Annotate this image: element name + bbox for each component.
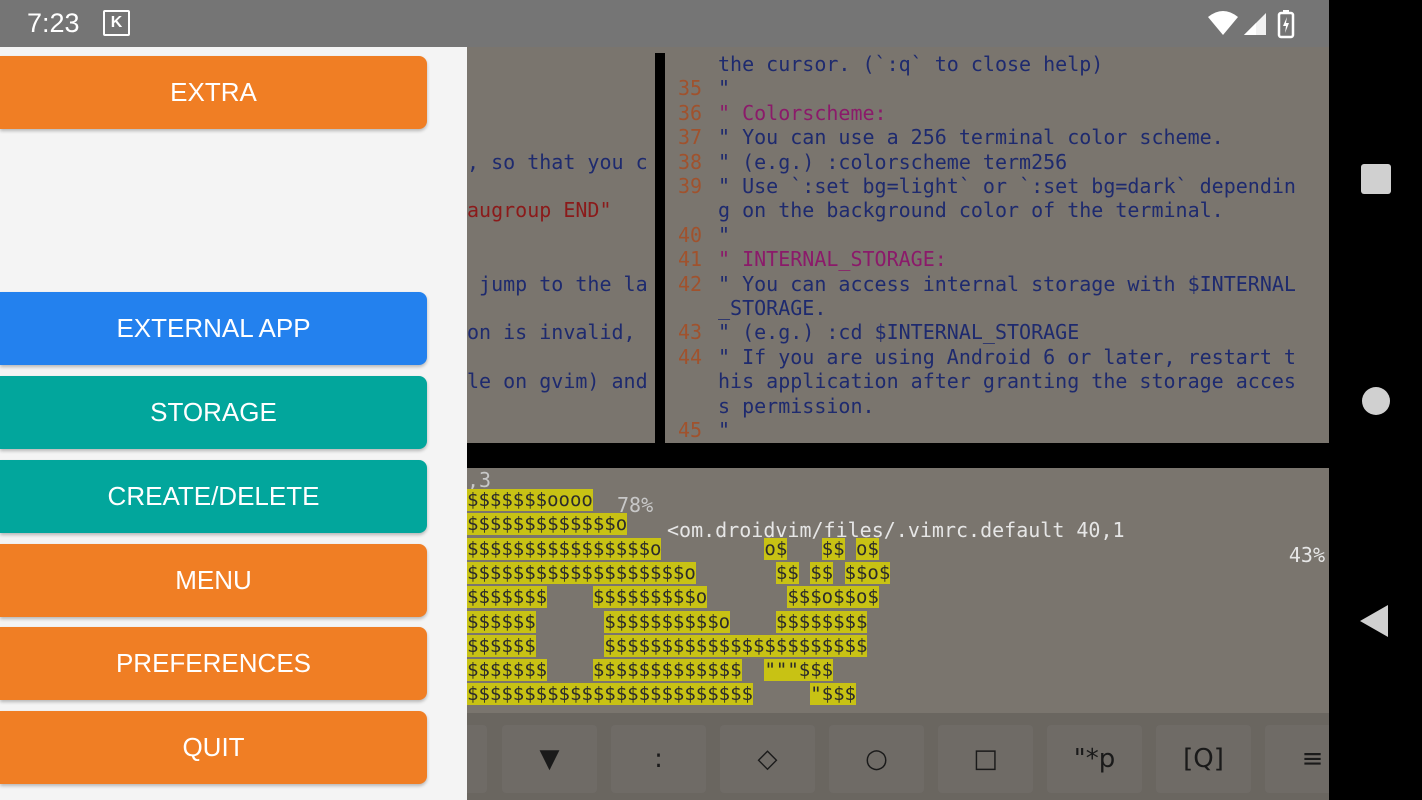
vim-left-line xyxy=(467,174,655,198)
drawer-button-extra[interactable]: EXTRA xyxy=(0,56,427,129)
key-paste[interactable]: "*p xyxy=(1047,725,1142,793)
status-time: 7:23 xyxy=(27,8,80,38)
vim-line-text: s permission. xyxy=(718,393,875,418)
vim-line-number: 37 xyxy=(678,125,703,150)
vim-line-number: 44 xyxy=(678,344,703,369)
vim-left-line: augroup END" xyxy=(467,198,612,223)
home-button[interactable] xyxy=(1361,386,1391,416)
key-quit[interactable]: [Q] xyxy=(1156,725,1251,793)
status-icons xyxy=(1208,10,1295,39)
vim-art-line: $$$$$$$$$$$$$$$$$$$$$$$$$ "$$$ xyxy=(467,683,856,706)
app-notification-icon: K xyxy=(103,10,130,36)
vim-art-line: $$$$$$$$$$$$$$$$$$$o $$ $$ $$o$ xyxy=(467,561,891,584)
vim-line-text: " (e.g.) :cd $INTERNAL_STORAGE xyxy=(718,320,1080,345)
vim-left-line xyxy=(467,101,655,125)
status-bar: 7:23 K xyxy=(0,0,1329,47)
vim-line-number: 35 xyxy=(678,76,703,101)
vim-line-text: g on the background color of the termina… xyxy=(718,198,1224,223)
vim-line-text: " xyxy=(718,222,731,247)
vim-left-line xyxy=(467,247,655,271)
vim-left-line xyxy=(467,76,655,100)
back-button[interactable] xyxy=(1358,603,1390,639)
key-colon[interactable]: : xyxy=(611,725,706,793)
vim-line-text: " You can access internal storage with $… xyxy=(718,271,1296,296)
vim-art-line: $$$$$$$$$$$$$o xyxy=(467,513,628,536)
vim-left-line xyxy=(467,52,655,76)
signal-icon xyxy=(1244,13,1266,35)
vim-left-line: , so that you c xyxy=(467,149,648,174)
vim-line-number: 36 xyxy=(678,100,703,125)
vim-left-line: jump to the la xyxy=(467,271,648,296)
vim-art-line: $$$$$$ $$$$$$$$$$$$$$$$$$$$$$$ xyxy=(467,634,868,657)
vim-line-number: 43 xyxy=(678,320,703,345)
vim-status-line: ,3 78% <om.droidvim/files/.vimrc.default… xyxy=(467,443,1329,567)
battery-icon xyxy=(1277,10,1295,39)
vim-art-line: $$$$$$$ $$$$$$$$$$$$$ """$$$ xyxy=(467,659,834,682)
vim-line-number: 41 xyxy=(678,247,703,272)
right-status-percent: 43% xyxy=(1288,543,1325,567)
vim-line-number: 42 xyxy=(678,271,703,296)
vim-line-text: _STORAGE. xyxy=(718,296,827,320)
vim-line-text: " (e.g.) :colorscheme term256 xyxy=(718,149,1068,174)
vim-vertical-split xyxy=(655,53,665,445)
key-menu[interactable]: ≡ xyxy=(1265,725,1329,793)
vim-left-line xyxy=(467,296,655,320)
vim-left-line: le on gvim) and xyxy=(467,369,648,394)
vim-left-line xyxy=(467,394,655,418)
vim-line-text: " Use `:set bg=light` or `:set bg=dark` … xyxy=(718,174,1296,198)
vim-art-line: $$$$$$$ $$$$$$$$$o $$$o$$o$ xyxy=(467,586,879,609)
wifi-icon xyxy=(1208,11,1238,35)
vim-line-number: 45 xyxy=(678,418,703,442)
vim-art-line: $$$$$$$$$$$$$$$$o o$ $$ o$ xyxy=(467,537,879,560)
drawer-button-create-delete[interactable]: CREATE/DELETE xyxy=(0,460,427,533)
key-square[interactable]: □ xyxy=(938,725,1033,793)
key-diamond[interactable]: ◇ xyxy=(720,725,815,793)
vim-art-line: $$$$$$ $$$$$$$$$$o $$$$$$$$ xyxy=(467,610,868,633)
drawer-button-menu[interactable]: MENU xyxy=(0,544,427,617)
vim-line-text: the cursor. (`:q` to close help) xyxy=(718,52,1104,76)
navigation-drawer: EXTRA EXTERNAL APP STORAGE CREATE/DELETE MEN… xyxy=(0,47,467,800)
vim-line-number: 38 xyxy=(678,149,703,174)
android-nav-bar xyxy=(1329,0,1422,800)
vim-line-text: " Colorscheme: xyxy=(718,100,887,125)
vim-left-line xyxy=(467,345,655,369)
vim-line-text: " xyxy=(718,418,731,442)
drawer-button-external-app[interactable]: EXTERNAL APP xyxy=(0,292,427,365)
vim-left-line xyxy=(467,223,655,247)
vim-line-text: his application after granting the stora… xyxy=(718,369,1296,394)
drawer-button-quit[interactable]: QUIT xyxy=(0,711,427,784)
vim-left-line: on is invalid, xyxy=(467,320,648,345)
vim-left-line xyxy=(467,125,655,149)
vim-line-number: 40 xyxy=(678,222,703,247)
drawer-button-preferences[interactable]: PREFERENCES xyxy=(0,627,427,700)
drawer-button-storage[interactable]: STORAGE xyxy=(0,376,427,449)
key-circle[interactable]: ○ xyxy=(829,725,924,793)
vim-line-text: " xyxy=(718,76,731,101)
device-screen: 7:23 K , so that you c augroup END" jump … xyxy=(0,0,1329,800)
vim-editor[interactable]: , so that you c augroup END" jump to the … xyxy=(467,47,1329,713)
vim-line-text: " If you are using Android 6 or later, r… xyxy=(718,344,1296,369)
key-down[interactable]: ▼ xyxy=(502,725,597,793)
vim-line-number: 39 xyxy=(678,174,703,198)
recents-button[interactable] xyxy=(1360,163,1392,195)
vim-line-text: " You can use a 256 terminal color schem… xyxy=(718,125,1224,150)
vim-art-line: $$$$$$$oooo xyxy=(467,489,593,511)
extra-keys-bar: ▼: ◇ ○ □ "*p [Q] ≡ xyxy=(392,713,1329,800)
vim-line-text: " INTERNAL_STORAGE: xyxy=(718,247,947,272)
